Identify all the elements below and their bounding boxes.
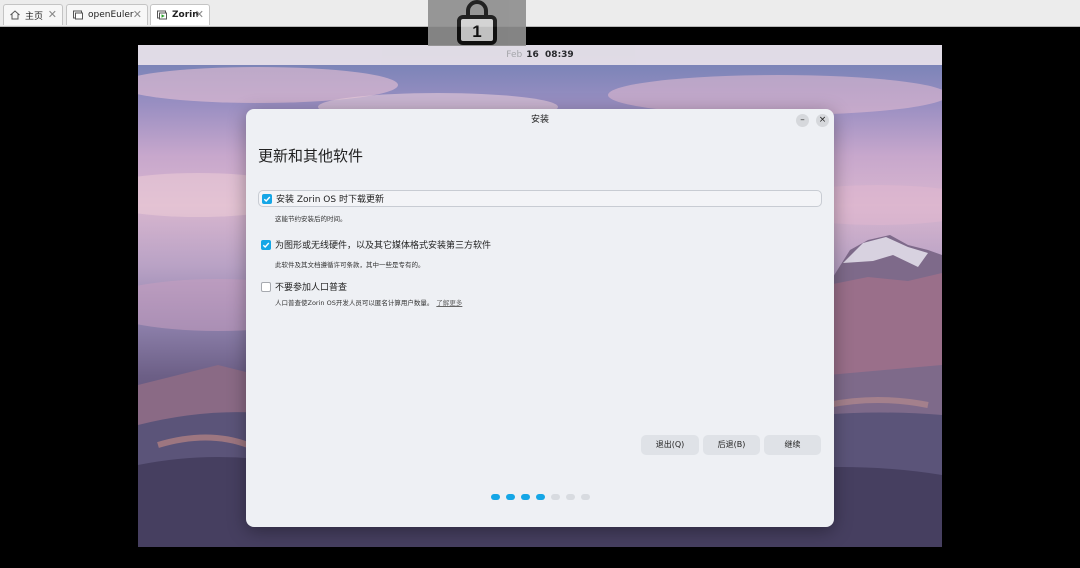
tab-openeuler[interactable]: openEuler ✕ xyxy=(66,4,148,25)
back-button[interactable]: 后退(B) xyxy=(703,435,760,455)
vm-running-icon xyxy=(156,9,168,21)
checkbox-third-party[interactable] xyxy=(261,239,271,250)
progress-dot xyxy=(521,494,530,500)
tab-zorin[interactable]: Zorin ✕ xyxy=(150,4,210,25)
census-description-text: 人口普查使Zorin OS开发人员可以匿名计算用户数量。 xyxy=(275,299,434,307)
continue-button[interactable]: 继续 xyxy=(764,435,821,455)
tab-home[interactable]: 主页 ✕ xyxy=(3,4,63,25)
clock-time[interactable]: 08:39 xyxy=(545,50,574,60)
vm-icon xyxy=(72,9,84,21)
option-description: 此软件及其文档遵循许可条款，其中一些是专有的。 xyxy=(275,261,425,269)
minimize-button[interactable]: – xyxy=(796,114,809,127)
close-icon[interactable]: ✕ xyxy=(195,9,204,21)
progress-dot xyxy=(551,494,560,500)
progress-dot xyxy=(581,494,590,500)
close-button[interactable]: × xyxy=(816,114,829,127)
close-icon: × xyxy=(818,115,827,125)
clock-month: Feb xyxy=(506,50,523,60)
option-label: 为图形或无线硬件，以及其它媒体格式安装第三方软件 xyxy=(275,241,492,251)
progress-dot xyxy=(566,494,575,500)
checkbox-census[interactable] xyxy=(261,281,271,292)
minimize-icon: – xyxy=(800,115,805,125)
install-dialog: 安装 – × 更新和其他软件 安装 Zorin OS 时下载更新 这能节约安装后… xyxy=(246,109,834,527)
option-description: 这能节约安装后的时间。 xyxy=(275,215,347,223)
progress-dot xyxy=(506,494,515,500)
vm-screen[interactable]: Feb 16 08:39 安装 – × 更新和其他软件 安装 Zorin OS 时… xyxy=(138,45,942,547)
close-icon[interactable]: ✕ xyxy=(48,9,57,21)
lock-icon: 1 xyxy=(457,0,497,45)
option-label: 安装 Zorin OS 时下载更新 xyxy=(276,195,384,205)
option-label: 不要参加人口普查 xyxy=(275,283,348,293)
option-download-updates[interactable]: 安装 Zorin OS 时下载更新 xyxy=(258,190,822,207)
progress-dots xyxy=(491,494,590,500)
option-description: 人口普查使Zorin OS开发人员可以匿名计算用户数量。 了解更多 xyxy=(275,297,462,307)
vm-top-bar: Feb 16 08:39 xyxy=(138,45,942,65)
lock-number: 1 xyxy=(472,22,481,41)
checkbox-download-updates[interactable] xyxy=(262,193,272,204)
progress-dot xyxy=(491,494,500,500)
check-icon xyxy=(262,242,270,248)
tab-label: 主页 xyxy=(25,11,44,22)
clock-day: 16 xyxy=(526,50,539,60)
progress-dot xyxy=(536,494,545,500)
learn-more-link[interactable]: 了解更多 xyxy=(436,299,462,307)
host-tab-bar: 主页 ✕ openEuler ✕ Zorin ✕ xyxy=(0,0,1080,27)
check-icon xyxy=(263,196,271,202)
home-icon xyxy=(9,9,21,21)
quit-button[interactable]: 退出(Q) xyxy=(641,435,699,455)
page-title: 更新和其他软件 xyxy=(258,147,364,165)
tab-label: openEuler xyxy=(88,10,134,20)
dialog-title: 安装 xyxy=(530,115,549,125)
option-census[interactable]: 不要参加人口普查 xyxy=(258,278,347,295)
vm-lock-indicator[interactable]: 1 xyxy=(428,0,526,46)
close-icon[interactable]: ✕ xyxy=(133,9,142,21)
option-third-party[interactable]: 为图形或无线硬件，以及其它媒体格式安装第三方软件 xyxy=(258,236,491,253)
